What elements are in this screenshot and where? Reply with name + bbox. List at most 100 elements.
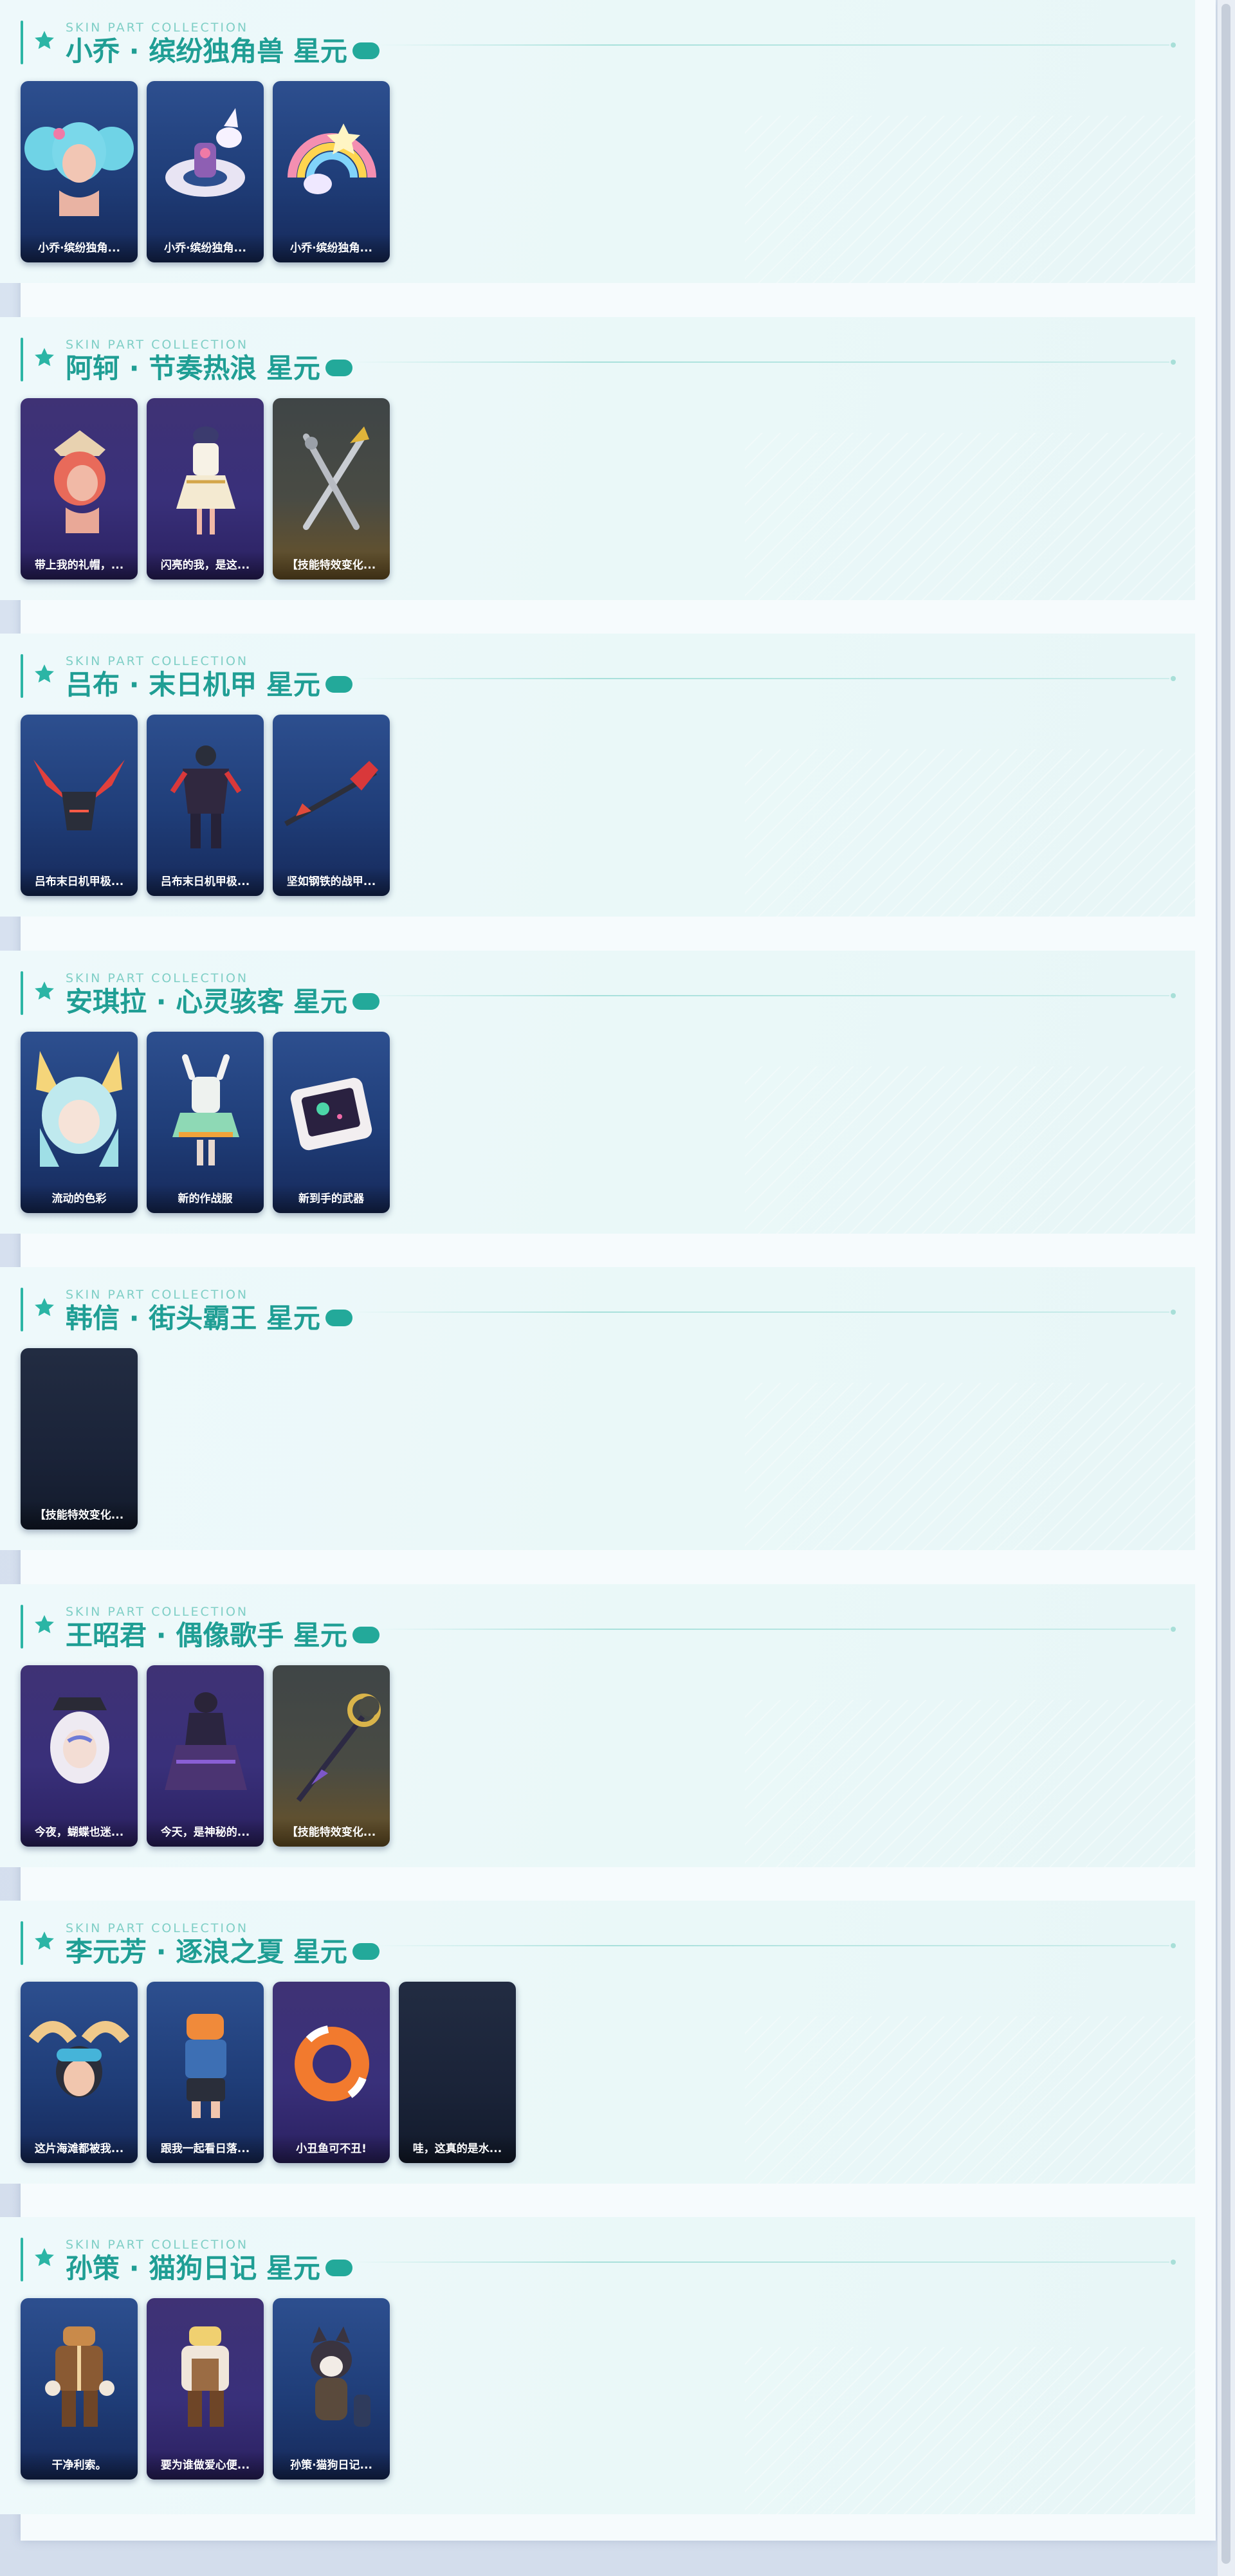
skin-part-card-label: 孙策·猫狗日记... (273, 2451, 390, 2480)
skin-part-card[interactable]: 哇，这真的是水... (399, 1982, 516, 2163)
section-accent-bar (21, 654, 23, 698)
skin-collection-section: SKIN PART COLLECTION 王昭君 · 偶像歌手 星元今夜，蝴蝶也迷… (0, 1584, 1195, 1867)
star-icon (33, 1930, 55, 1952)
section-divider-line (347, 361, 1169, 363)
skin-part-thumbnail (147, 81, 264, 235)
skin-part-card-label: 这片海滩都被我... (21, 2135, 138, 2163)
section-kicker: SKIN PART COLLECTION (66, 1921, 249, 1935)
skin-part-thumbnail (273, 1032, 390, 1186)
skin-part-card[interactable]: 【技能特效变化... (273, 398, 390, 580)
section-title: 韩信 · 街头霸王 星元 (66, 1301, 352, 1337)
section-divider-dot (1171, 676, 1176, 681)
skin-part-card[interactable]: 坚如钢铁的战甲... (273, 715, 390, 896)
section-divider-dot (1171, 1627, 1176, 1632)
skin-part-card-label: 小乔·缤纷独角... (147, 234, 264, 262)
skin-part-card-label: 新的作战服 (147, 1185, 264, 1213)
section-accent-bar (21, 2238, 23, 2281)
skin-collection-section: SKIN PART COLLECTION 孙策 · 猫狗日记 星元干净利索。 要为谁… (0, 2217, 1195, 2514)
skin-part-card-label: 坚如钢铁的战甲... (273, 868, 390, 896)
skin-part-thumbnail (21, 1032, 138, 1186)
skin-part-thumbnail (21, 1348, 138, 1503)
skin-part-card-label: 哇，这真的是水... (399, 2135, 516, 2163)
section-title-text: 韩信 · 街头霸王 星元 (66, 1302, 320, 1334)
star-icon (33, 1297, 55, 1319)
skin-part-card-label: 吕布末日机甲极... (21, 868, 138, 896)
section-title: 王昭君 · 偶像歌手 星元 (66, 1618, 380, 1654)
skin-collection-section: SKIN PART COLLECTION 安琪拉 · 心灵骇客 星元流动的色彩 新的… (0, 951, 1195, 1234)
section-title: 小乔 · 缤纷独角兽 星元 (66, 33, 380, 69)
section-accent-bar (21, 971, 23, 1015)
skin-part-thumbnail (273, 715, 390, 869)
section-accent-bar (21, 1605, 23, 1649)
section-accent-bar (21, 1921, 23, 1965)
skin-part-card[interactable]: 【技能特效变化... (273, 1665, 390, 1847)
section-accent-bar (21, 1288, 23, 1331)
section-kicker: SKIN PART COLLECTION (66, 971, 249, 985)
section-kicker: SKIN PART COLLECTION (66, 654, 249, 668)
skin-part-thumbnail (273, 398, 390, 553)
skin-part-card[interactable]: 【技能特效变化... (21, 1348, 138, 1530)
scrollbar-thumb[interactable] (1221, 4, 1230, 2564)
section-divider-dot (1171, 1943, 1176, 1948)
skin-part-card[interactable]: 新的作战服 (147, 1032, 264, 1213)
skin-part-card[interactable]: 小乔·缤纷独角... (147, 81, 264, 262)
skin-part-thumbnail (21, 2298, 138, 2453)
skin-part-card[interactable]: 跟我一起看日落... (147, 1982, 264, 2163)
section-divider-line (374, 1629, 1169, 1630)
section-kicker: SKIN PART COLLECTION (66, 1605, 249, 1619)
skin-part-thumbnail (21, 715, 138, 869)
section-divider-dot (1171, 993, 1176, 998)
section-kicker: SKIN PART COLLECTION (66, 1288, 249, 1302)
section-title: 安琪拉 · 心灵骇客 星元 (66, 984, 380, 1020)
skin-part-card-label: 跟我一起看日落... (147, 2135, 264, 2163)
skin-part-card[interactable]: 小丑鱼可不丑! (273, 1982, 390, 2163)
skin-part-thumbnail (147, 715, 264, 869)
skin-part-card[interactable]: 这片海滩都被我... (21, 1982, 138, 2163)
skin-part-card[interactable]: 小乔·缤纷独角... (21, 81, 138, 262)
section-title: 吕布 · 末日机甲 星元 (66, 667, 352, 703)
skin-part-card[interactable]: 吕布末日机甲极... (147, 715, 264, 896)
section-divider-dot (1171, 42, 1176, 48)
section-kicker: SKIN PART COLLECTION (66, 2238, 249, 2252)
section-divider-dot (1171, 2260, 1176, 2265)
skin-part-card[interactable]: 吕布末日机甲极... (21, 715, 138, 896)
section-divider-line (347, 2261, 1169, 2263)
skin-part-thumbnail (21, 1665, 138, 1820)
skin-part-card[interactable]: 闪亮的我，是这... (147, 398, 264, 580)
section-divider-line (347, 995, 1169, 996)
star-icon (33, 30, 55, 51)
skin-part-thumbnail (147, 1032, 264, 1186)
skin-part-card-label: 今夜，蝴蝶也迷... (21, 1818, 138, 1847)
skin-part-card[interactable]: 带上我的礼帽，... (21, 398, 138, 580)
skin-part-card[interactable]: 孙策·猫狗日记... (273, 2298, 390, 2480)
skin-part-card[interactable]: 小乔·缤纷独角... (273, 81, 390, 262)
skin-part-card[interactable]: 干净利索。 (21, 2298, 138, 2480)
skin-part-thumbnail (273, 1665, 390, 1820)
skin-part-card-label: 小乔·缤纷独角... (273, 234, 390, 262)
scrollbar[interactable] (1217, 0, 1235, 2576)
skin-part-thumbnail (399, 1982, 516, 2136)
section-title-text: 安琪拉 · 心灵骇客 星元 (66, 986, 347, 1018)
star-icon (33, 347, 55, 369)
skin-part-card-label: 新到手的武器 (273, 1185, 390, 1213)
skin-part-card[interactable]: 今夜，蝴蝶也迷... (21, 1665, 138, 1847)
skin-part-card-label: 闪亮的我，是这... (147, 551, 264, 580)
skin-part-card[interactable]: 要为谁做爱心便... (147, 2298, 264, 2480)
skin-part-card-label: 带上我的礼帽，... (21, 551, 138, 580)
skin-collection-section: SKIN PART COLLECTION 韩信 · 街头霸王 星元【技能特效变化.… (0, 1267, 1195, 1550)
skin-part-card-label: 要为谁做爱心便... (147, 2451, 264, 2480)
skin-part-card-label: 流动的色彩 (21, 1185, 138, 1213)
skin-part-thumbnail (147, 398, 264, 553)
skin-part-card-label: 干净利索。 (21, 2451, 138, 2480)
skin-part-thumbnail (147, 1665, 264, 1820)
skin-part-thumbnail (21, 1982, 138, 2136)
skin-part-card-label: 小乔·缤纷独角... (21, 234, 138, 262)
skin-part-card[interactable]: 流动的色彩 (21, 1032, 138, 1213)
skin-part-card[interactable]: 新到手的武器 (273, 1032, 390, 1213)
skin-collection-section: SKIN PART COLLECTION 吕布 · 末日机甲 星元吕布末日机甲极.… (0, 634, 1195, 917)
skin-part-card-label: 【技能特效变化... (21, 1501, 138, 1530)
section-accent-bar (21, 21, 23, 64)
skin-part-card[interactable]: 今天，是神秘的... (147, 1665, 264, 1847)
skin-collection-section: SKIN PART COLLECTION 李元芳 · 逐浪之夏 星元 这片海滩都被我… (0, 1901, 1195, 2184)
section-title: 孙策 · 猫狗日记 星元 (66, 2251, 352, 2287)
